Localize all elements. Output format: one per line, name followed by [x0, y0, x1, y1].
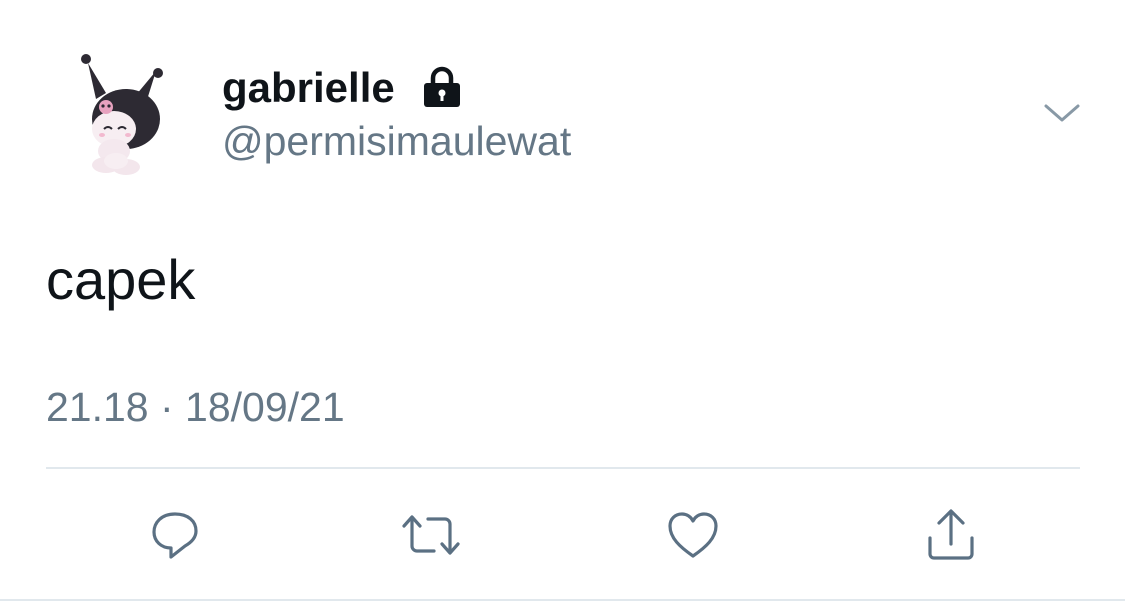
like-button[interactable] — [658, 500, 728, 570]
display-name[interactable]: gabrielle — [222, 62, 395, 114]
avatar-image — [81, 54, 163, 175]
reply-icon — [152, 512, 198, 559]
lock-icon — [420, 66, 464, 108]
reply-button[interactable] — [140, 500, 210, 570]
like-icon — [668, 512, 718, 558]
user-handle[interactable]: @permisimaulewat — [222, 116, 571, 166]
tweet-text: capek — [46, 248, 196, 311]
tweet-timestamp[interactable]: 21.18 · 18/09/21 — [46, 382, 345, 432]
avatar[interactable] — [70, 45, 170, 177]
retweet-button[interactable] — [396, 500, 466, 570]
share-button[interactable] — [916, 500, 986, 570]
share-icon — [928, 509, 974, 560]
chevron-down-icon[interactable] — [1040, 98, 1084, 128]
retweet-icon — [402, 515, 460, 555]
divider — [46, 467, 1080, 469]
tweet-detail: gabrielle @permisimaulewat capek 21.18 ·… — [0, 0, 1125, 601]
